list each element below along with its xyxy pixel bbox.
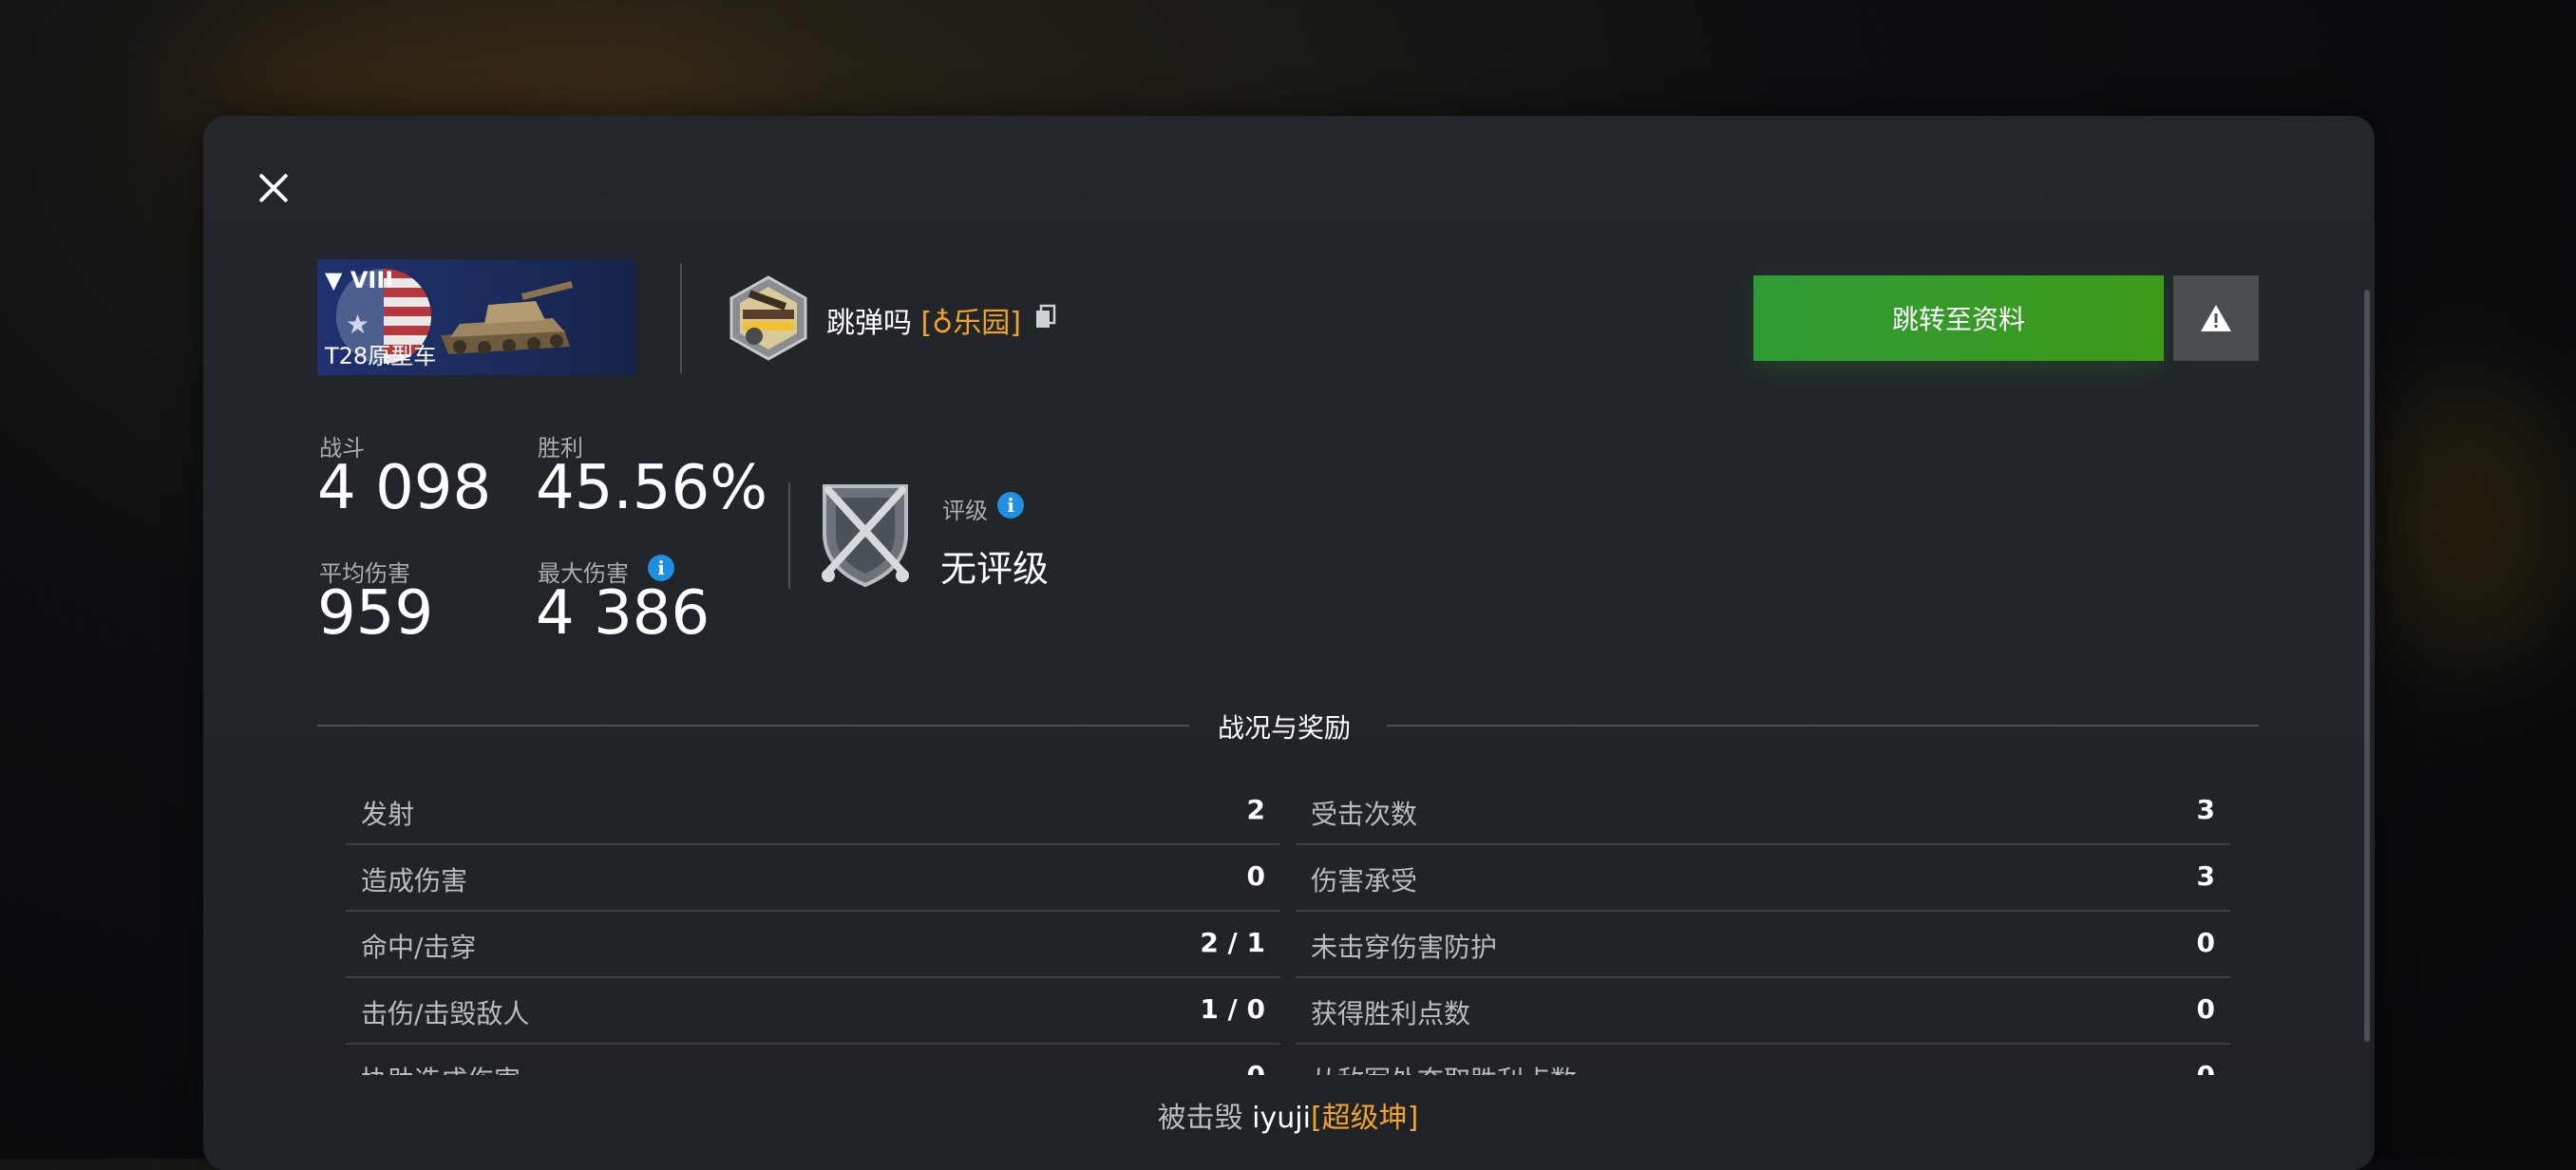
row-value: 0 xyxy=(2197,1060,2215,1075)
row-value: 2 / 1 xyxy=(1200,927,1265,958)
tank-icon xyxy=(441,281,574,354)
battles-value: 4 098 xyxy=(317,453,492,523)
section-divider-right xyxy=(1387,725,2259,727)
row-label: 未击穿伤害防护 xyxy=(1311,932,1498,963)
warning-icon xyxy=(2201,305,2231,331)
player-name-line: 跳弹吗 [♁乐园] xyxy=(826,299,1021,341)
table-row: 协助造成伤害 0 xyxy=(346,1045,1280,1075)
table-row: 命中/击穿 2 / 1 xyxy=(346,912,1280,978)
table-row: 造成伤害 0 xyxy=(346,845,1280,912)
row-value: 3 xyxy=(2196,860,2215,892)
go-to-profile-button[interactable]: 跳转至资料 xyxy=(1753,275,2164,361)
section-divider-left xyxy=(317,725,1189,727)
destroyed-by-label: 被击毁 xyxy=(1157,1102,1243,1135)
row-label: 伤害承受 xyxy=(1311,865,1418,896)
max-damage-value: 4 386 xyxy=(536,578,710,649)
stats-table[interactable]: 发射 2 造成伤害 0 命中/击穿 2 / 1 击伤/击毁敌人 1 / 0 协助… xyxy=(346,779,2230,1075)
go-to-profile-label: 跳转至资料 xyxy=(1891,304,2025,335)
row-value: 3 xyxy=(2196,794,2215,825)
tank-tier: ▼ VIII xyxy=(325,267,394,293)
avg-damage-value: 959 xyxy=(317,578,434,649)
table-row: 发射 2 xyxy=(346,779,1280,845)
tank-card: ★ ▼ VIII T28原型车 xyxy=(317,259,636,375)
rating-value: 无评级 xyxy=(940,548,1050,590)
row-label: 从敌军处夺取胜利点数 xyxy=(1311,1060,1577,1075)
table-row: 受击次数 3 xyxy=(1296,779,2230,845)
row-label: 命中/击穿 xyxy=(361,932,477,963)
divider xyxy=(680,263,682,373)
row-value: 0 xyxy=(1246,860,1265,892)
row-label: 受击次数 xyxy=(1311,799,1418,830)
divider xyxy=(788,482,790,589)
scrollbar[interactable] xyxy=(2364,290,2370,1042)
table-row: 伤害承受 3 xyxy=(1296,845,2230,912)
player-clan[interactable]: [♁乐园] xyxy=(921,307,1021,340)
wins-value: 45.56% xyxy=(536,453,768,523)
row-value: 0 xyxy=(1247,1060,1265,1075)
tank-name: T28原型车 xyxy=(325,343,437,369)
max-damage-info-icon[interactable]: i xyxy=(648,555,674,581)
rating-info-icon[interactable]: i xyxy=(997,492,1024,519)
player-name: 跳弹吗 xyxy=(826,307,912,340)
row-value: 0 xyxy=(2196,993,2215,1025)
row-value: 0 xyxy=(2196,927,2215,958)
rating-emblem-icon xyxy=(822,484,909,588)
report-button[interactable] xyxy=(2173,275,2259,361)
player-rank-badge-icon xyxy=(729,275,807,361)
table-row: 获得胜利点数 0 xyxy=(1296,978,2230,1045)
table-row: 未击穿伤害防护 0 xyxy=(1296,912,2230,978)
copy-icon[interactable] xyxy=(1035,304,1056,329)
killer-name[interactable]: iyuji xyxy=(1252,1102,1311,1135)
killer-clan[interactable]: [超级坤] xyxy=(1311,1102,1418,1135)
row-value: 2 xyxy=(1246,794,1265,825)
stats-column-left: 发射 2 造成伤害 0 命中/击穿 2 / 1 击伤/击毁敌人 1 / 0 协助… xyxy=(346,779,1280,1075)
close-icon[interactable] xyxy=(255,169,293,207)
row-label: 击伤/击毁敌人 xyxy=(361,998,530,1029)
stats-column-right: 受击次数 3 伤害承受 3 未击穿伤害防护 0 获得胜利点数 0 从敌军处夺取胜… xyxy=(1296,779,2230,1075)
row-label: 协助造成伤害 xyxy=(361,1060,521,1075)
row-label: 获得胜利点数 xyxy=(1311,998,1471,1029)
section-title: 战况与奖励 xyxy=(1218,712,1352,744)
table-row: 从敌军处夺取胜利点数 0 xyxy=(1296,1045,2230,1075)
row-label: 发射 xyxy=(361,799,415,830)
background-glow xyxy=(2375,380,2565,665)
table-row: 击伤/击毁敌人 1 / 0 xyxy=(346,978,1280,1045)
destroyed-by-line: 被击毁 iyuji[超级坤] xyxy=(0,1094,2576,1136)
row-value: 1 / 0 xyxy=(1200,993,1265,1025)
rating-label: 评级 xyxy=(942,498,988,524)
row-label: 造成伤害 xyxy=(361,865,468,896)
